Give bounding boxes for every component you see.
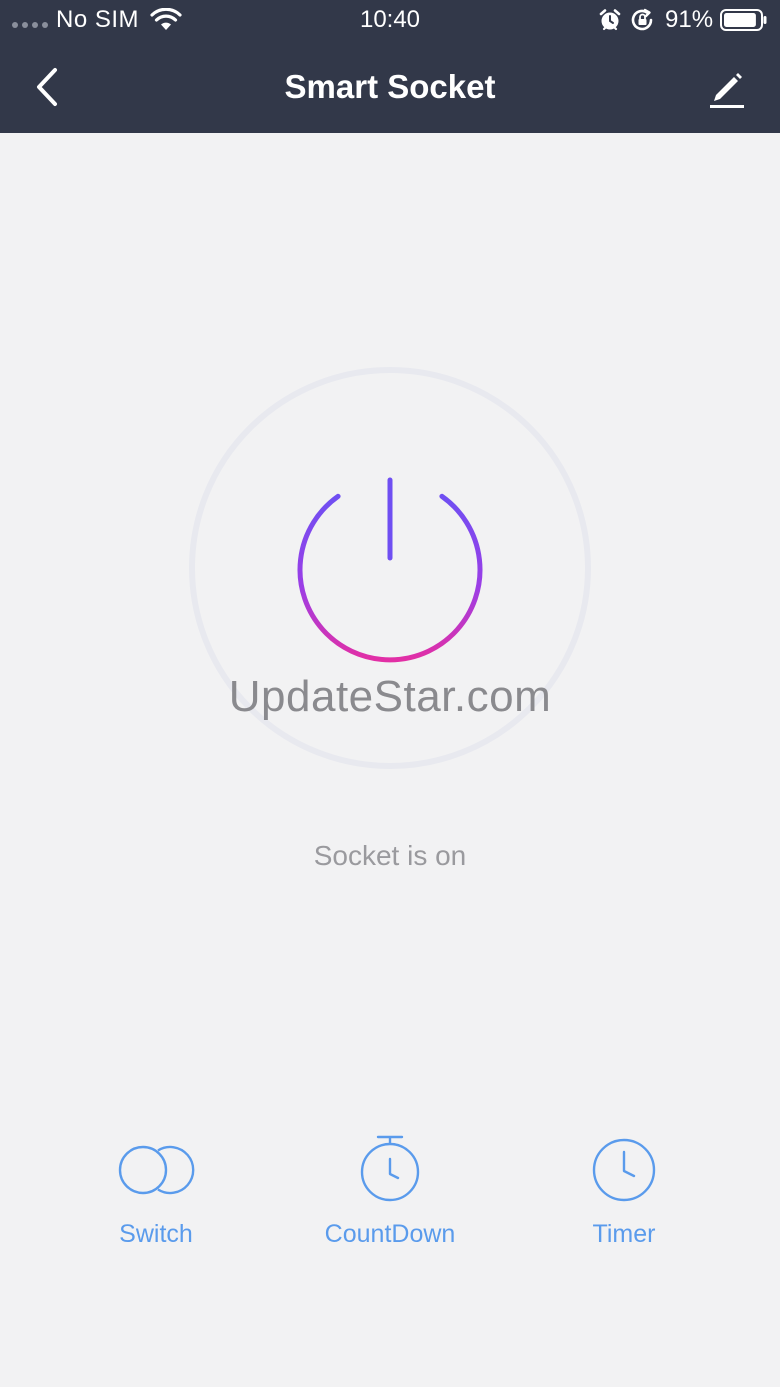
header: No SIM 10:40 91% Smart Socket xyxy=(0,0,780,133)
timer-label: Timer xyxy=(592,1220,656,1248)
alarm-icon xyxy=(599,9,621,31)
pencil-icon xyxy=(710,73,744,108)
clock-icon xyxy=(592,1138,656,1202)
battery-icon xyxy=(720,9,767,31)
page-title: Smart Socket xyxy=(284,68,496,105)
status-time: 10:40 xyxy=(359,6,421,33)
switch-button[interactable]: Switch xyxy=(56,1130,256,1260)
stopwatch-icon xyxy=(360,1135,420,1202)
edit-button[interactable] xyxy=(700,62,752,114)
power-icon xyxy=(297,477,483,663)
switch-icon xyxy=(118,1145,195,1195)
navigation-bar: Smart Socket xyxy=(0,40,780,133)
socket-status: Socket is on xyxy=(313,840,467,871)
watermark-text: UpdateStar.com xyxy=(228,672,552,721)
smart-socket-screen: No SIM 10:40 91% Smart Socket UpdateStar… xyxy=(0,0,780,1387)
countdown-label: CountDown xyxy=(324,1220,456,1248)
status-bar: No SIM 10:40 91% xyxy=(0,0,780,40)
battery-percentage: 91% xyxy=(665,6,714,33)
rotation-lock-icon xyxy=(631,8,653,31)
power-button[interactable] xyxy=(290,470,490,670)
switch-label: Switch xyxy=(119,1220,193,1248)
timer-button[interactable]: Timer xyxy=(524,1130,724,1260)
countdown-button[interactable]: CountDown xyxy=(290,1130,490,1260)
